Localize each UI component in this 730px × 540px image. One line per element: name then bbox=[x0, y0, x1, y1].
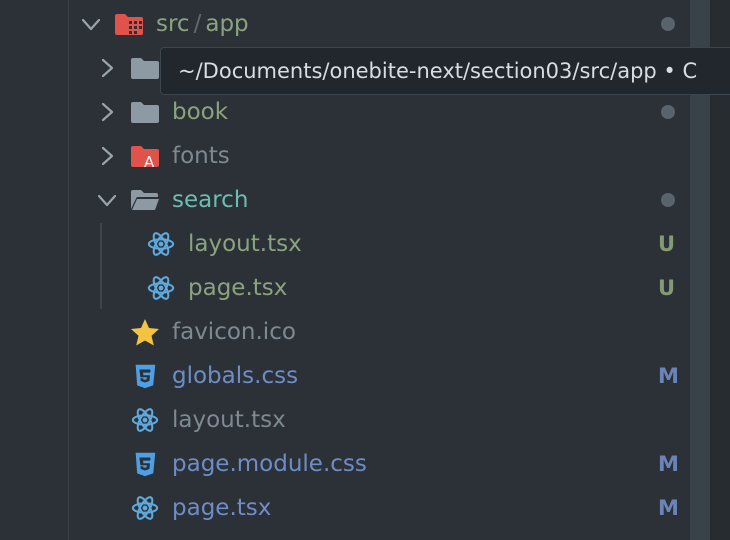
git-status-badge: M bbox=[658, 364, 679, 388]
tree-item-label: globals.css bbox=[172, 363, 299, 389]
tree-item-label: fonts bbox=[172, 143, 230, 169]
react-icon bbox=[146, 230, 176, 258]
react-icon bbox=[130, 406, 160, 434]
tree-item-search[interactable]: search bbox=[0, 178, 690, 222]
tree-item-book[interactable]: book bbox=[0, 90, 690, 134]
tree-item-label: book bbox=[172, 99, 229, 125]
git-status-dot bbox=[661, 105, 675, 119]
git-status-badge: U bbox=[658, 276, 676, 300]
tree-item-fonts[interactable]: A fonts bbox=[0, 134, 690, 178]
tree-item-search-layout[interactable]: layout.tsx U bbox=[0, 222, 690, 266]
tree-item-label: layout.tsx bbox=[188, 231, 302, 257]
folder-icon bbox=[130, 54, 160, 82]
css-icon bbox=[130, 450, 160, 478]
tree-item-favicon[interactable]: favicon.ico bbox=[0, 310, 690, 354]
chevron-right-icon[interactable] bbox=[96, 101, 118, 123]
svg-text:A: A bbox=[144, 153, 155, 170]
react-icon bbox=[146, 274, 176, 302]
tree-item-layout[interactable]: layout.tsx bbox=[0, 398, 690, 442]
git-status-badge: U bbox=[658, 232, 676, 256]
path-tooltip: ~/Documents/onebite-next/section03/src/a… bbox=[160, 47, 730, 95]
font-folder-icon: A bbox=[131, 146, 159, 170]
tree-item-label: page.module.css bbox=[172, 451, 367, 477]
chevron-down-icon[interactable] bbox=[96, 189, 118, 211]
tree-item-search-page[interactable]: page.tsx U bbox=[0, 266, 690, 310]
react-icon bbox=[130, 494, 160, 522]
folder-icon bbox=[130, 98, 160, 126]
chevron-right-icon[interactable] bbox=[96, 57, 118, 79]
git-status-dot bbox=[661, 17, 675, 31]
tree-item-page-module-css[interactable]: page.module.css M bbox=[0, 442, 690, 486]
git-status-badge: M bbox=[658, 496, 679, 520]
star-icon bbox=[131, 319, 159, 346]
tree-item-globals-css[interactable]: globals.css M bbox=[0, 354, 690, 398]
tree-item-label: favicon.ico bbox=[172, 319, 296, 345]
tooltip-text: ~/Documents/onebite-next/section03/src/a… bbox=[178, 59, 698, 83]
git-status-badge: M bbox=[658, 452, 679, 476]
tree-item-page[interactable]: page.tsx M bbox=[0, 486, 690, 530]
app-folder-icon bbox=[115, 14, 143, 35]
tree-item-label: search bbox=[172, 187, 249, 213]
tree-item-src-app[interactable]: src / app bbox=[0, 2, 690, 46]
css-icon bbox=[130, 362, 160, 390]
git-status-dot bbox=[661, 193, 675, 207]
tree-item-label: src / app bbox=[156, 11, 249, 37]
tree-item-label: page.tsx bbox=[188, 275, 288, 301]
tree-item-label: page.tsx bbox=[172, 495, 272, 521]
folder-open-icon bbox=[131, 190, 159, 210]
chevron-down-icon[interactable] bbox=[80, 13, 102, 35]
chevron-right-icon[interactable] bbox=[96, 145, 118, 167]
tree-item-label: layout.tsx bbox=[172, 407, 286, 433]
